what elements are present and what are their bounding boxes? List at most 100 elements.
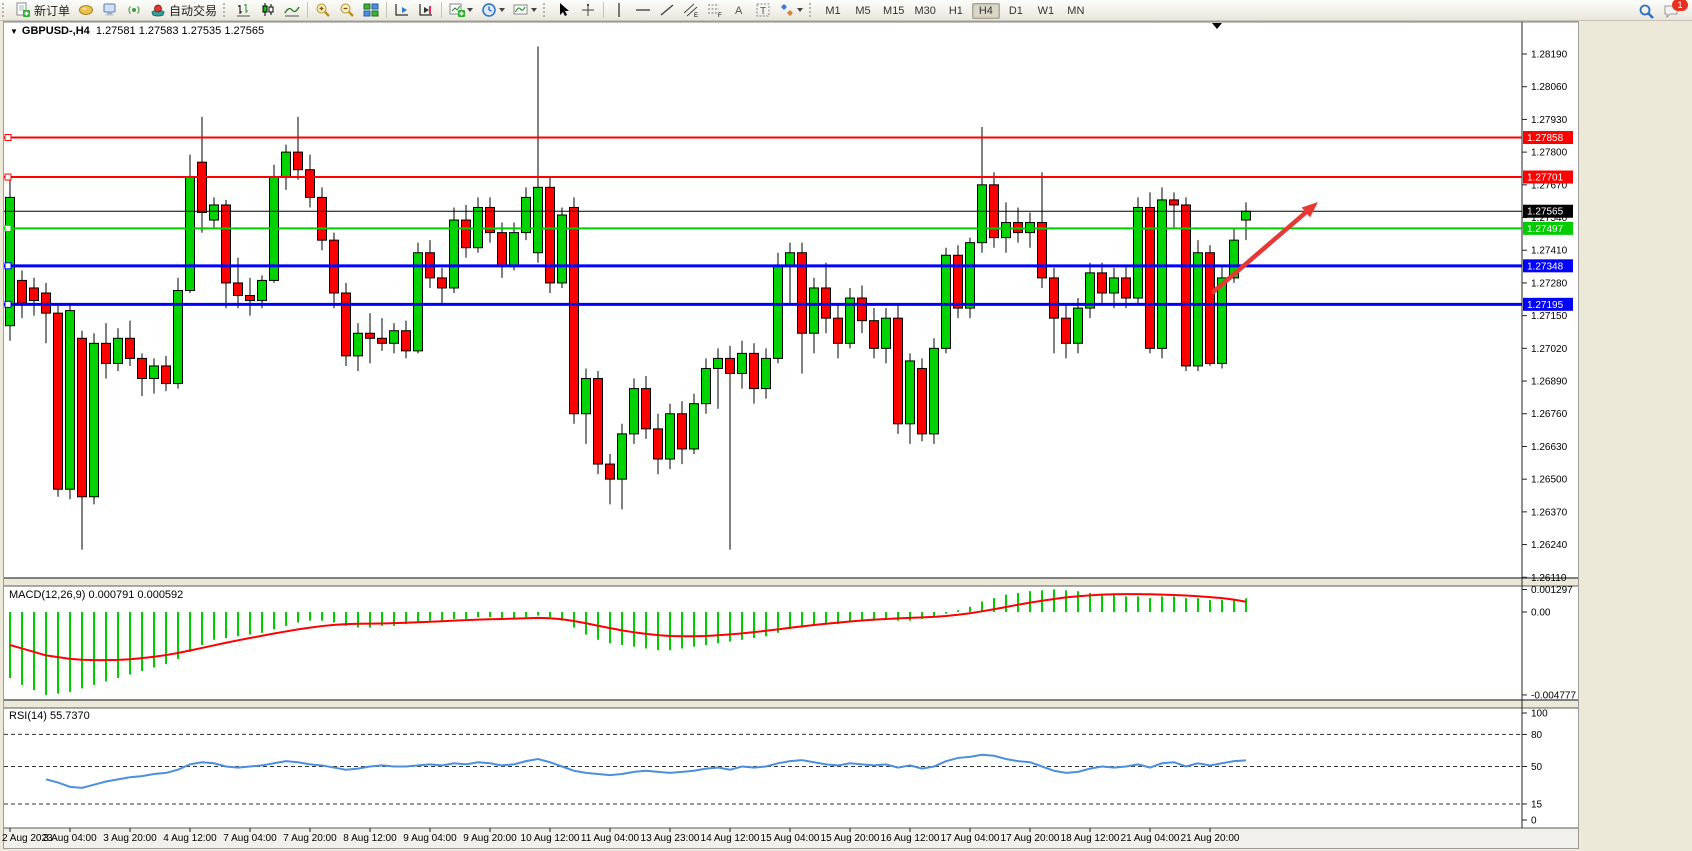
timeframe-M1[interactable]: M1 (819, 3, 847, 19)
chart-title: ▼GBPUSD-,H4 1.27581 1.27583 1.27535 1.27… (10, 25, 264, 37)
channel-tool-button[interactable]: E (680, 0, 702, 20)
new-chart-button[interactable] (446, 0, 476, 20)
candle-body (894, 318, 903, 424)
chart-shift-button[interactable] (415, 0, 437, 20)
trendline-icon (659, 2, 675, 18)
candle-body (954, 255, 963, 308)
time-tick-label: 16 Aug 12:00 (881, 833, 940, 844)
arrows-tool-button[interactable] (776, 0, 806, 20)
candle-body (210, 205, 219, 220)
notifications-button[interactable]: 1 (1660, 1, 1683, 21)
tile-windows-button[interactable] (360, 0, 382, 20)
candle-body (594, 379, 603, 465)
candle-body (30, 288, 39, 301)
text-tool-button[interactable]: A (728, 0, 750, 20)
zoom-out-button[interactable] (336, 0, 358, 20)
candle-body (642, 389, 651, 429)
timeframe-M30[interactable]: M30 (910, 3, 939, 19)
candle-body (402, 331, 411, 351)
candle-body (510, 233, 519, 266)
candle-body (150, 366, 159, 379)
fibonacci-icon: F (707, 2, 723, 18)
line-handle (5, 174, 11, 180)
horizontal-line-tool-button[interactable] (632, 0, 654, 20)
auto-trading-icon (150, 2, 166, 18)
chart-bars-button[interactable] (233, 0, 255, 20)
time-tick-label: 15 Aug 20:00 (821, 833, 880, 844)
timeframe-W1[interactable]: W1 (1032, 3, 1060, 19)
market-depth-button[interactable] (75, 0, 97, 20)
chevron-down-icon (531, 8, 537, 12)
candle-body (618, 434, 627, 479)
chart-line-button[interactable] (281, 0, 303, 20)
zoom-in-button[interactable] (312, 0, 334, 20)
timeframe-D1[interactable]: D1 (1002, 3, 1030, 19)
equidistant-channel-icon: E (683, 2, 699, 18)
search-button[interactable] (1635, 1, 1658, 21)
chart-canvas[interactable]: 1.281901.280601.279301.278001.276701.275… (0, 0, 1692, 851)
candle-body (630, 389, 639, 434)
candle-body (378, 338, 387, 343)
timeframe-M15[interactable]: M15 (879, 3, 908, 19)
candle-body (114, 338, 123, 363)
templates-button[interactable] (510, 0, 540, 20)
candle-body (1170, 200, 1179, 205)
history-center-button[interactable] (99, 0, 121, 20)
crosshair-tool-button[interactable] (577, 0, 599, 20)
candle-body (726, 358, 735, 373)
time-tick-label: 14 Aug 12:00 (701, 833, 760, 844)
scroll-to-end-button[interactable] (391, 0, 413, 20)
candle-body (90, 343, 99, 496)
text-icon: A (731, 2, 747, 18)
fibonacci-tool-button[interactable]: F (704, 0, 726, 20)
candle-body (1098, 273, 1107, 293)
chevron-down-icon (499, 8, 505, 12)
candle-body (126, 338, 135, 358)
toolbar-grip (2, 3, 9, 17)
signals-button[interactable] (123, 0, 145, 20)
toolbar-separator (441, 2, 442, 18)
timeframe-MN[interactable]: MN (1062, 3, 1090, 19)
candle-body (714, 358, 723, 368)
candle-body (930, 348, 939, 434)
time-tick-label: 21 Aug 04:00 (1121, 833, 1180, 844)
candle-body (1206, 253, 1215, 364)
candle-body (18, 280, 27, 303)
macd-indicator-label: MACD(12,26,9) 0.000791 0.000592 (9, 589, 183, 601)
pane-separator (4, 700, 1578, 708)
new-order-button[interactable]: 新订单 (12, 0, 73, 20)
candle-body (558, 215, 567, 283)
cursor-tool-button[interactable] (553, 0, 575, 20)
candle-body (546, 187, 555, 283)
axis-tick-label: 1.26500 (1531, 475, 1568, 486)
trendline-tool-button[interactable] (656, 0, 678, 20)
vertical-line-tool-button[interactable] (608, 0, 630, 20)
time-tick-label: 7 Aug 04:00 (223, 833, 277, 844)
candle-body (1110, 278, 1119, 293)
time-tick-label: 11 Aug 04:00 (581, 833, 640, 844)
auto-trading-button[interactable]: 自动交易 (147, 0, 220, 20)
periods-button[interactable] (478, 0, 508, 20)
axis-tick-label: 1.26370 (1531, 507, 1568, 518)
timeframe-H4[interactable]: H4 (972, 3, 1000, 19)
symbol-period-label: GBPUSD-,H4 (22, 25, 90, 37)
zoom-out-icon (339, 2, 355, 18)
candle-body (138, 358, 147, 378)
candle-body (294, 152, 303, 170)
label-tool-button[interactable]: T (752, 0, 774, 20)
collapse-icon[interactable]: ▼ (10, 27, 18, 36)
candle-body (1086, 273, 1095, 308)
axis-tick-label: 1.26110 (1531, 573, 1567, 584)
chart-candles-button[interactable] (257, 0, 279, 20)
candle-body (1242, 211, 1251, 220)
time-tick-label: 9 Aug 04:00 (403, 833, 457, 844)
timeframe-M5[interactable]: M5 (849, 3, 877, 19)
candle-body (810, 288, 819, 333)
line-handle (5, 301, 11, 307)
candle-body (534, 187, 543, 252)
timeframe-H1[interactable]: H1 (942, 3, 970, 19)
new-order-icon (15, 2, 31, 18)
line-handle (5, 263, 11, 269)
candle-body (690, 404, 699, 449)
candle-body (870, 321, 879, 349)
